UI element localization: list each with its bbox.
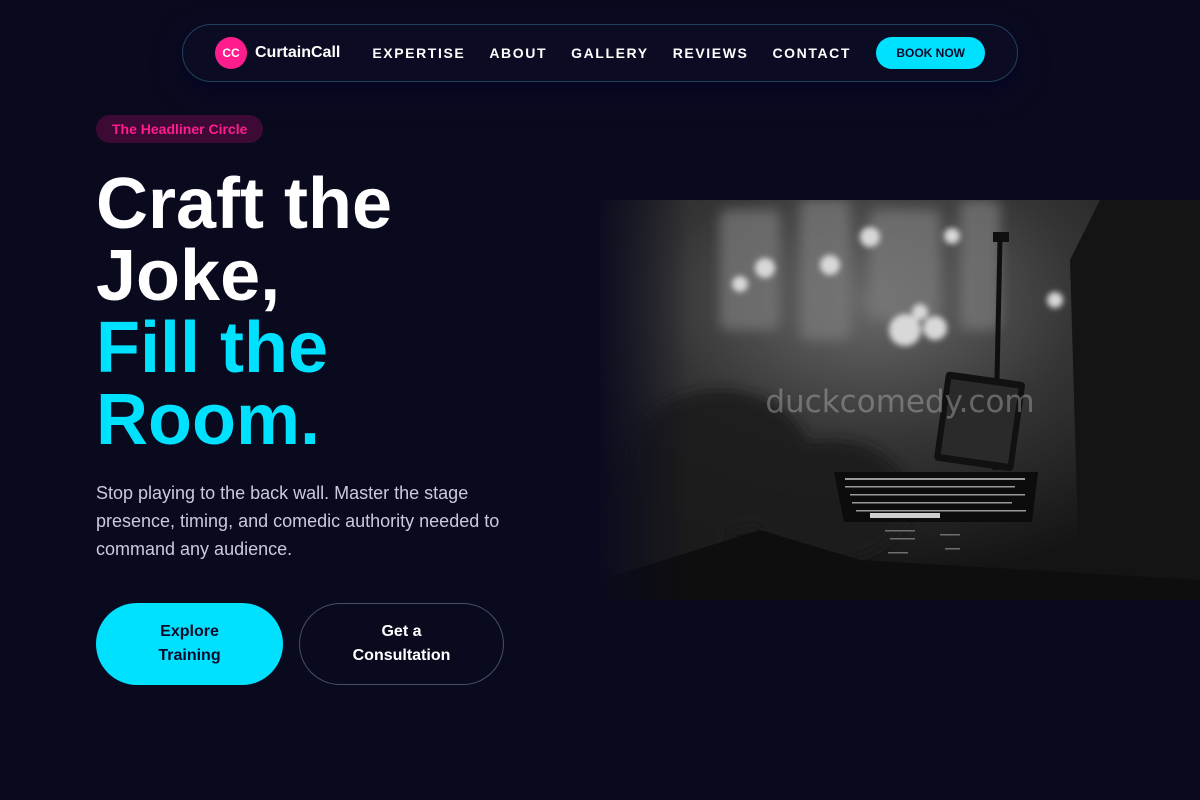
nav-link-expertise[interactable]: EXPERTISE bbox=[372, 45, 465, 61]
headline-line-2: Joke, bbox=[96, 236, 281, 316]
nav-link-gallery[interactable]: GALLERY bbox=[571, 45, 649, 61]
nav-links: EXPERTISE ABOUT GALLERY REVIEWS CONTACT bbox=[372, 45, 851, 61]
brand-badge-icon: CC bbox=[215, 37, 247, 69]
book-now-button[interactable]: BOOK NOW bbox=[876, 37, 985, 69]
headline-line-4: Room. bbox=[96, 380, 320, 460]
headline-line-1: Craft the bbox=[96, 164, 393, 244]
top-nav: CC CurtainCall EXPERTISE ABOUT GALLERY R… bbox=[182, 24, 1018, 82]
hero-headline: Craft the Joke, Fill the Room. bbox=[96, 168, 576, 456]
get-consultation-button[interactable]: Get a Consultation bbox=[299, 603, 504, 685]
brand-logo[interactable]: CC CurtainCall bbox=[215, 37, 340, 69]
headline-line-3: Fill the bbox=[96, 308, 328, 388]
hero-description: Stop playing to the back wall. Master th… bbox=[96, 483, 500, 559]
image-watermark: duckcomedy.com bbox=[765, 384, 1035, 420]
nav-link-reviews[interactable]: REVIEWS bbox=[673, 45, 749, 61]
nav-link-about[interactable]: ABOUT bbox=[489, 45, 547, 61]
nav-link-contact[interactable]: CONTACT bbox=[772, 45, 851, 61]
headliner-circle-badge: The Headliner Circle bbox=[96, 115, 264, 143]
explore-training-button[interactable]: Explore Training bbox=[96, 603, 283, 685]
hero-image: duckcomedy.com bbox=[600, 200, 1200, 600]
brand-name: CurtainCall bbox=[255, 44, 341, 61]
